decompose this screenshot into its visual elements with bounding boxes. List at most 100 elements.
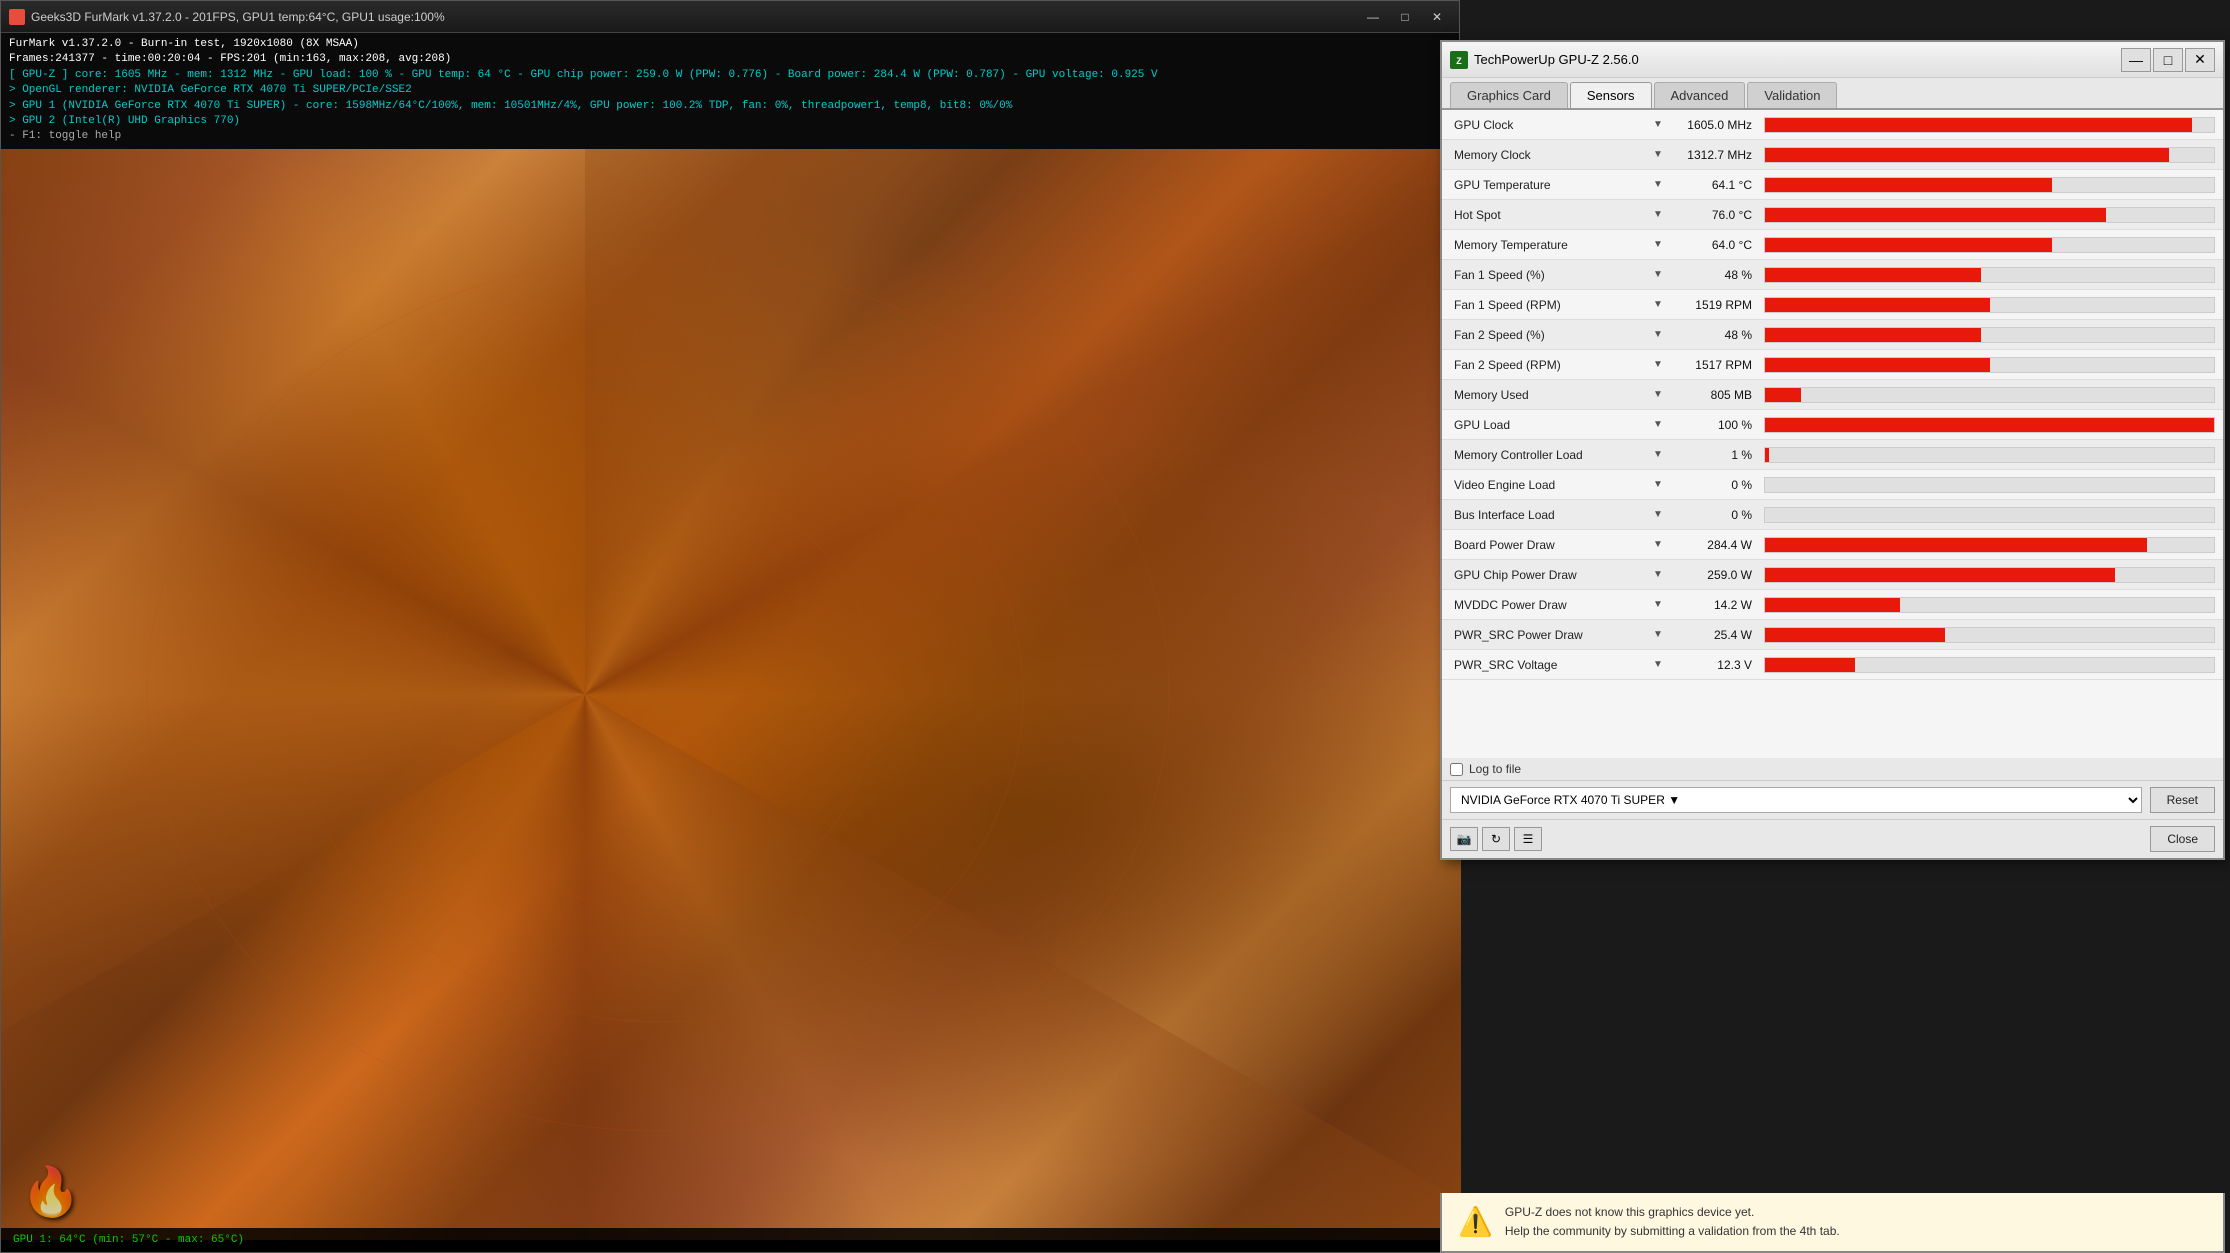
- furmark-maximize-button[interactable]: □: [1391, 7, 1419, 27]
- tab-advanced[interactable]: Advanced: [1654, 82, 1746, 108]
- gpu-temp-indicator: GPU 1: 64°C (min: 57°C - max: 65°C): [1, 1228, 1459, 1252]
- sensor-row: Memory Temperature▼64.0 °C: [1442, 230, 2223, 260]
- sensor-dropdown-arrow[interactable]: ▼: [1646, 539, 1670, 550]
- sensor-value: 259.0 W: [1670, 568, 1760, 582]
- sensor-bar-container: [1764, 477, 2215, 493]
- sensor-dropdown-arrow[interactable]: ▼: [1646, 449, 1670, 460]
- sensor-row: Fan 2 Speed (%)▼48 %: [1442, 320, 2223, 350]
- sensor-dropdown-arrow[interactable]: ▼: [1646, 119, 1670, 130]
- furmark-info-line-2: Frames:241377 - time:00:20:04 - FPS:201 …: [9, 52, 1451, 67]
- sensor-name: GPU Load: [1446, 418, 1646, 432]
- sensor-bar-container: [1764, 267, 2215, 283]
- sensor-bar-container: [1764, 207, 2215, 223]
- sensor-value: 64.0 °C: [1670, 238, 1760, 252]
- sensor-name: Fan 1 Speed (%): [1446, 268, 1646, 282]
- gpuz-window: Z TechPowerUp GPU-Z 2.56.0 — □ ✕ Graphic…: [1440, 40, 2225, 860]
- warning-line-2: Help the community by submitting a valid…: [1505, 1222, 1840, 1241]
- sensor-dropdown-arrow[interactable]: ▼: [1646, 359, 1670, 370]
- sensor-dropdown-arrow[interactable]: ▼: [1646, 389, 1670, 400]
- sensor-name: Video Engine Load: [1446, 478, 1646, 492]
- device-select[interactable]: NVIDIA GeForce RTX 4070 Ti SUPER ▼: [1450, 787, 2142, 813]
- sensor-row: Hot Spot▼76.0 °C: [1442, 200, 2223, 230]
- tab-validation[interactable]: Validation: [1747, 82, 1837, 108]
- log-to-file-checkbox[interactable]: [1450, 763, 1463, 776]
- swirl-lines: [147, 258, 1169, 1131]
- sensor-bar-container: [1764, 237, 2215, 253]
- sensor-dropdown-arrow[interactable]: ▼: [1646, 239, 1670, 250]
- sensor-bar-container: [1764, 537, 2215, 553]
- sensor-row: GPU Clock▼1605.0 MHz: [1442, 110, 2223, 140]
- device-row: NVIDIA GeForce RTX 4070 Ti SUPER ▼ Reset: [1442, 780, 2223, 819]
- sensor-dropdown-arrow[interactable]: ▼: [1646, 659, 1670, 670]
- gpuz-bottom: Log to file NVIDIA GeForce RTX 4070 Ti S…: [1442, 758, 2223, 858]
- sensor-name: PWR_SRC Voltage: [1446, 658, 1646, 672]
- sensor-dropdown-arrow[interactable]: ▼: [1646, 179, 1670, 190]
- log-to-file-label[interactable]: Log to file: [1469, 762, 1521, 776]
- warning-line-1: GPU-Z does not know this graphics device…: [1505, 1203, 1840, 1222]
- furmark-title: Geeks3D FurMark v1.37.2.0 - 201FPS, GPU1…: [31, 10, 445, 24]
- gpu-temp-text: GPU 1: 64°C (min: 57°C - max: 65°C): [13, 1234, 244, 1246]
- sensor-row: GPU Load▼100 %: [1442, 410, 2223, 440]
- sensor-value: 25.4 W: [1670, 628, 1760, 642]
- close-button[interactable]: Close: [2150, 826, 2215, 852]
- sensor-bar: [1765, 628, 1945, 642]
- sensor-dropdown-arrow[interactable]: ▼: [1646, 419, 1670, 430]
- sensor-dropdown-arrow[interactable]: ▼: [1646, 629, 1670, 640]
- furmark-minimize-button[interactable]: —: [1359, 7, 1387, 27]
- sensor-dropdown-arrow[interactable]: ▼: [1646, 269, 1670, 280]
- gpuz-icon: Z: [1450, 51, 1468, 69]
- gpuz-maximize-button[interactable]: □: [2153, 48, 2183, 72]
- sensor-bar: [1765, 388, 1801, 402]
- reset-button[interactable]: Reset: [2150, 787, 2215, 813]
- sensor-bar: [1765, 298, 1990, 312]
- furmark-swirl-svg: [1, 149, 1461, 1240]
- sensor-row: MVDDC Power Draw▼14.2 W: [1442, 590, 2223, 620]
- refresh-icon-button[interactable]: ↻: [1482, 827, 1510, 851]
- sensor-value: 100 %: [1670, 418, 1760, 432]
- sensor-name: GPU Clock: [1446, 118, 1646, 132]
- gpuz-sensors-content: GPU Clock▼1605.0 MHzMemory Clock▼1312.7 …: [1442, 110, 2223, 806]
- camera-icon-button[interactable]: 📷: [1450, 827, 1478, 851]
- sensor-dropdown-arrow[interactable]: ▼: [1646, 149, 1670, 160]
- tab-graphics-card[interactable]: Graphics Card: [1450, 82, 1568, 108]
- sensor-dropdown-arrow[interactable]: ▼: [1646, 329, 1670, 340]
- log-row: Log to file: [1442, 758, 2223, 780]
- sensor-dropdown-arrow[interactable]: ▼: [1646, 479, 1670, 490]
- sensor-name: Fan 2 Speed (%): [1446, 328, 1646, 342]
- sensor-value: 14.2 W: [1670, 598, 1760, 612]
- sensor-dropdown-arrow[interactable]: ▼: [1646, 299, 1670, 310]
- furmark-info-line-3: [ GPU-Z ] core: 1605 MHz - mem: 1312 MHz…: [9, 68, 1451, 83]
- sensor-bar: [1765, 148, 2169, 162]
- sensor-row: Bus Interface Load▼0 %: [1442, 500, 2223, 530]
- sensor-value: 12.3 V: [1670, 658, 1760, 672]
- menu-icon-button[interactable]: ☰: [1514, 827, 1542, 851]
- warning-text: GPU-Z does not know this graphics device…: [1505, 1203, 1840, 1241]
- gpuz-warning-panel: ⚠️ GPU-Z does not know this graphics dev…: [1440, 1193, 2225, 1253]
- sensor-dropdown-arrow[interactable]: ▼: [1646, 209, 1670, 220]
- tab-sensors[interactable]: Sensors: [1570, 82, 1652, 108]
- sensor-bar-container: [1764, 507, 2215, 523]
- furmark-info-line-5: > GPU 1 (NVIDIA GeForce RTX 4070 Ti SUPE…: [9, 99, 1451, 114]
- furmark-close-button[interactable]: ✕: [1423, 7, 1451, 27]
- sensor-bar-container: [1764, 657, 2215, 673]
- sensor-name: MVDDC Power Draw: [1446, 598, 1646, 612]
- sensor-name: Memory Controller Load: [1446, 448, 1646, 462]
- furmark-titlebar: Geeks3D FurMark v1.37.2.0 - 201FPS, GPU1…: [1, 1, 1459, 33]
- sensor-value: 76.0 °C: [1670, 208, 1760, 222]
- gpuz-window-controls: — □ ✕: [2121, 48, 2215, 72]
- sensor-name: GPU Temperature: [1446, 178, 1646, 192]
- sensor-bar-container: [1764, 297, 2215, 313]
- furmark-controls: — □ ✕: [1359, 7, 1451, 27]
- gpuz-minimize-button[interactable]: —: [2121, 48, 2151, 72]
- gpuz-close-button[interactable]: ✕: [2185, 48, 2215, 72]
- sensor-bar: [1765, 118, 2192, 132]
- sensor-value: 1312.7 MHz: [1670, 148, 1760, 162]
- sensor-row: Fan 1 Speed (RPM)▼1519 RPM: [1442, 290, 2223, 320]
- furmark-icon: [9, 9, 25, 25]
- sensor-bar: [1765, 328, 1981, 342]
- sensor-dropdown-arrow[interactable]: ▼: [1646, 509, 1670, 520]
- sensor-name: Memory Clock: [1446, 148, 1646, 162]
- sensor-dropdown-arrow[interactable]: ▼: [1646, 599, 1670, 610]
- sensor-dropdown-arrow[interactable]: ▼: [1646, 569, 1670, 580]
- sensor-bar: [1765, 418, 2214, 432]
